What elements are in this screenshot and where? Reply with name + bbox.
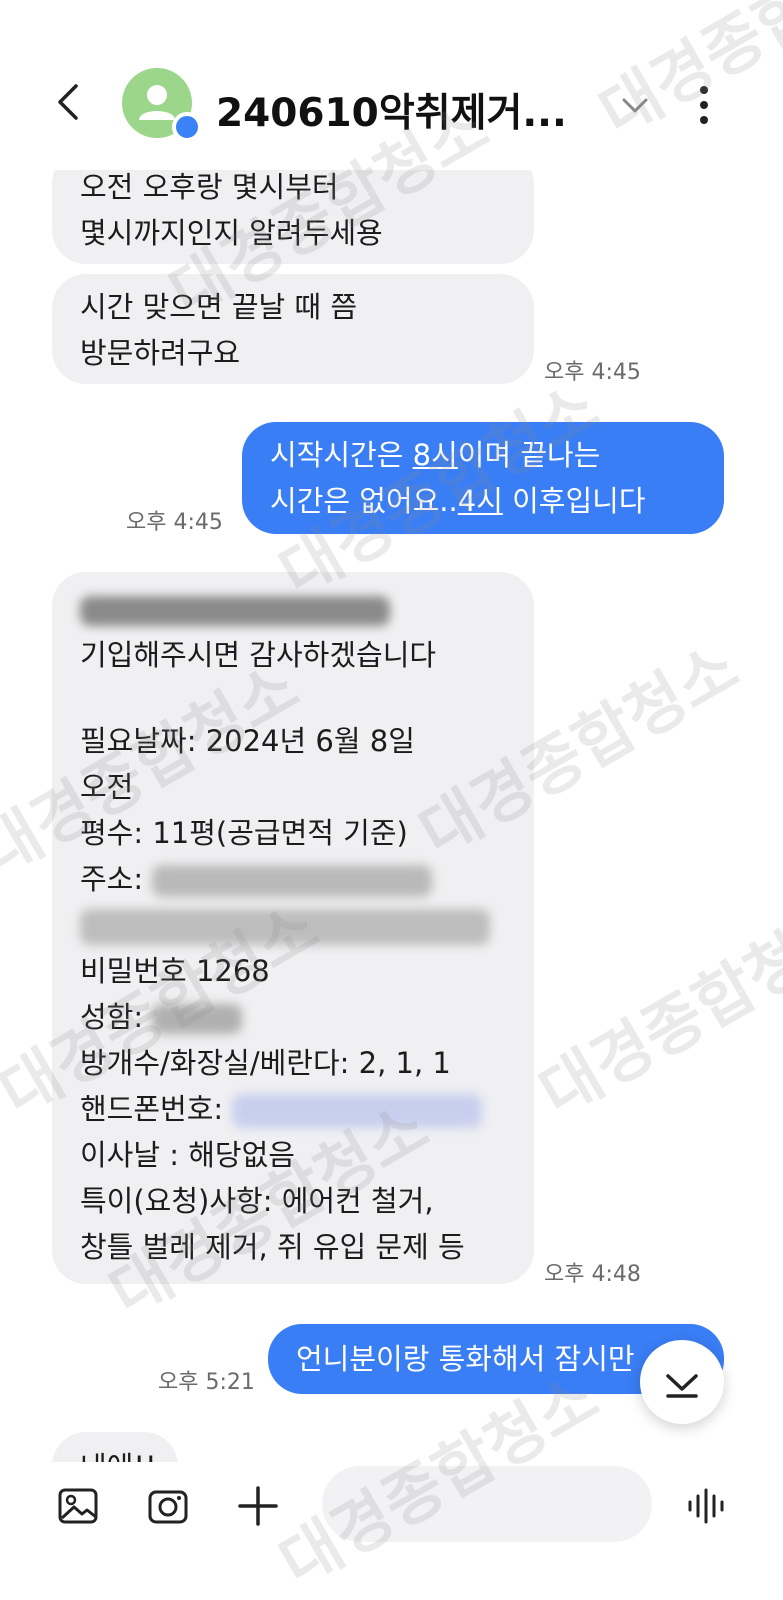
incoming-message[interactable]: 오전 오후랑 몇시부터 몇시까지인지 알려두세용 — [52, 170, 534, 264]
scroll-to-bottom-button[interactable] — [640, 1340, 724, 1424]
incoming-message[interactable]: 시간 맞으면 끝날 때 쯤 방문하려구요 — [52, 274, 534, 384]
voice-icon[interactable] — [684, 1484, 728, 1528]
time-link[interactable]: 8시 — [413, 438, 458, 472]
redacted-address — [152, 865, 433, 897]
message-timestamp: 오후 4:48 — [544, 1262, 641, 1287]
chevron-left-icon[interactable] — [48, 80, 92, 124]
chevron-down-icon — [666, 1374, 698, 1398]
redacted-phone — [232, 1094, 483, 1128]
chat-badge-icon — [172, 112, 202, 142]
message-timestamp: 오후 5:21 — [158, 1370, 255, 1395]
redacted-name — [152, 1004, 243, 1034]
message-timestamp: 오후 4:45 — [126, 510, 223, 535]
outgoing-message[interactable]: 시작시간은 8시이며 끝나는 시간은 없어요..4시 이후입니다 — [242, 422, 724, 534]
message-input[interactable] — [322, 1466, 652, 1542]
kebab-icon[interactable] — [696, 84, 712, 126]
time-link[interactable]: 4시 — [458, 484, 503, 518]
conversation-title[interactable]: 240610악취제거... — [216, 82, 586, 138]
gallery-icon[interactable] — [56, 1484, 100, 1528]
incoming-message[interactable]: 기입해주시면 감사하겠습니다 필요날짜: 2024년 6월 8일 오전 평수: … — [52, 572, 534, 1284]
chevron-down-icon[interactable] — [618, 90, 652, 120]
redacted-address — [80, 909, 490, 945]
chat-header: 240610악취제거... — [0, 0, 783, 170]
camera-icon[interactable] — [146, 1484, 190, 1528]
plus-icon[interactable] — [236, 1484, 280, 1528]
message-timestamp: 오후 4:45 — [544, 360, 641, 385]
message-list[interactable]: 오전 오후랑 몇시부터 몇시까지인지 알려두세용 시간 맞으면 끝날 때 쯤 방… — [0, 170, 783, 1470]
redacted-text — [80, 596, 390, 626]
